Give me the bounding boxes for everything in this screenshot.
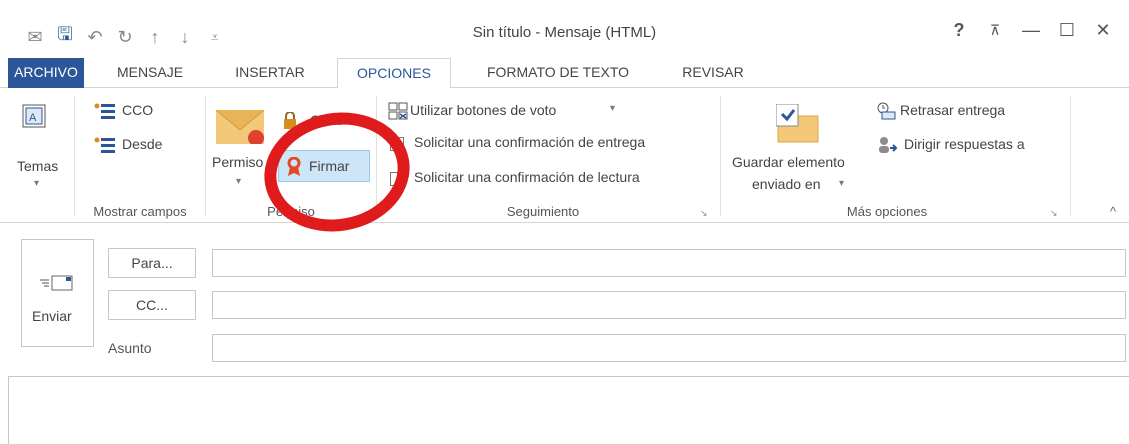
send-button[interactable]: Enviar [21, 239, 94, 347]
permiso-label: Permiso [212, 154, 264, 170]
voting-label: Utilizar botones de voto [410, 102, 557, 118]
delivery-receipt-checkbox[interactable] [390, 137, 404, 151]
svg-text:A: A [29, 112, 37, 124]
themes-icon: A [22, 104, 46, 128]
ribbon-separator [720, 96, 721, 216]
subject-label: Asunto [108, 340, 152, 356]
send-envelope-icon [40, 275, 73, 291]
group-label-mostrar-campos: Mostrar campos [93, 204, 187, 219]
desde-button[interactable]: Desde [94, 134, 184, 156]
ribbon-display-options-button[interactable]: ⊼ [977, 22, 1013, 39]
delay-delivery-label: Retrasar entrega [900, 102, 1006, 118]
save-sent-folder-icon [776, 104, 819, 143]
seguimiento-dialog-launcher[interactable]: ↘ [700, 208, 708, 219]
tab-opciones[interactable]: OPCIONES [337, 58, 451, 89]
to-button[interactable]: Para... [108, 248, 196, 278]
direct-replies-button[interactable]: Dirigir respuestas a [876, 134, 1066, 156]
voting-buttons-dropdown[interactable]: Utilizar botones de voto ▾ [388, 100, 628, 122]
close-button[interactable]: ✕ [1085, 20, 1121, 41]
send-label: Enviar [32, 308, 72, 324]
cco-button[interactable]: CCO [94, 100, 174, 122]
encrypt-icon [284, 112, 296, 129]
delay-delivery-button[interactable]: Retrasar entrega [876, 100, 1046, 122]
save-sent-item-button[interactable]: Guardar elemento enviado en ▾ [726, 96, 872, 200]
group-label-mas-opciones: Más opciones [846, 204, 928, 219]
voting-dropdown-arrow: ▾ [610, 103, 616, 114]
read-receipt-label: Solicitar una confirmación de lectura [414, 169, 640, 185]
delay-delivery-icon [877, 102, 896, 120]
save-sent-label-line1: Guardar elemento [732, 154, 845, 170]
save-sent-label-line2: enviado en [752, 176, 821, 192]
compose-area: Enviar Para... CC... Asunto [0, 224, 1129, 444]
group-label-seguimiento: Seguimiento [506, 204, 580, 219]
ribbon-tabs: ARCHIVO MENSAJE INSERTAR OPCIONES FORMAT… [0, 58, 1129, 89]
cc-button[interactable]: CC... [108, 290, 196, 320]
to-field[interactable] [212, 249, 1126, 277]
subject-field[interactable] [212, 334, 1126, 362]
firmar-label: Firmar [309, 158, 350, 174]
temas-label: Temas [17, 158, 59, 174]
ribbon-opciones: A Temas ▾ CCO Desde Mostrar campos Permi… [0, 88, 1129, 223]
desde-label: Desde [122, 136, 163, 152]
permiso-button[interactable]: Permiso ▾ [208, 96, 274, 196]
window-controls: ? ⊼ — ☐ ✕ [941, 20, 1121, 41]
direct-replies-label: Dirigir respuestas a [904, 136, 1025, 152]
temas-button[interactable]: A Temas ▾ [12, 96, 68, 196]
cc-field[interactable] [212, 291, 1126, 319]
permiso-dropdown-arrow: ▾ [236, 176, 242, 187]
save-sent-dropdown-arrow: ▾ [839, 178, 845, 189]
permission-envelope-icon [216, 110, 264, 144]
direct-replies-icon [879, 137, 898, 153]
tab-archivo[interactable]: ARCHIVO [8, 58, 84, 88]
cifrar-label: Cifrar [310, 112, 345, 128]
minimize-button[interactable]: — [1013, 20, 1049, 41]
tab-mensaje[interactable]: MENSAJE [100, 58, 200, 88]
tab-revisar[interactable]: REVISAR [668, 58, 758, 88]
sign-ribbon-icon [287, 157, 301, 176]
tab-insertar[interactable]: INSERTAR [220, 58, 320, 88]
ribbon-separator [205, 96, 206, 216]
title-bar: ✉ 🖫 ↶ ↻ ↑ ↓ ⩡ Sin título - Mensaje (HTML… [0, 0, 1129, 60]
temas-dropdown-arrow: ▾ [34, 178, 40, 189]
tab-formato-de-texto[interactable]: FORMATO DE TEXTO [468, 58, 648, 88]
ribbon-separator [74, 96, 75, 216]
group-label-permiso: Permiso [267, 204, 315, 219]
cco-label: CCO [122, 102, 154, 118]
message-body[interactable] [8, 376, 1129, 444]
from-icon [94, 137, 115, 153]
voting-icon [388, 102, 408, 120]
mas-opciones-dialog-launcher[interactable]: ↘ [1050, 208, 1058, 219]
ribbon-separator [1070, 96, 1071, 216]
delivery-receipt-label: Solicitar una confirmación de entrega [414, 134, 646, 150]
read-receipt-checkbox[interactable] [390, 172, 404, 186]
ribbon-separator [376, 96, 377, 216]
cifrar-button[interactable]: Cifrar [282, 110, 372, 132]
firmar-button[interactable]: Firmar [278, 150, 370, 182]
collapse-ribbon-button[interactable]: ^ [1110, 204, 1116, 219]
bcc-icon [94, 103, 115, 119]
help-button[interactable]: ? [941, 20, 977, 41]
maximize-button[interactable]: ☐ [1049, 20, 1085, 41]
